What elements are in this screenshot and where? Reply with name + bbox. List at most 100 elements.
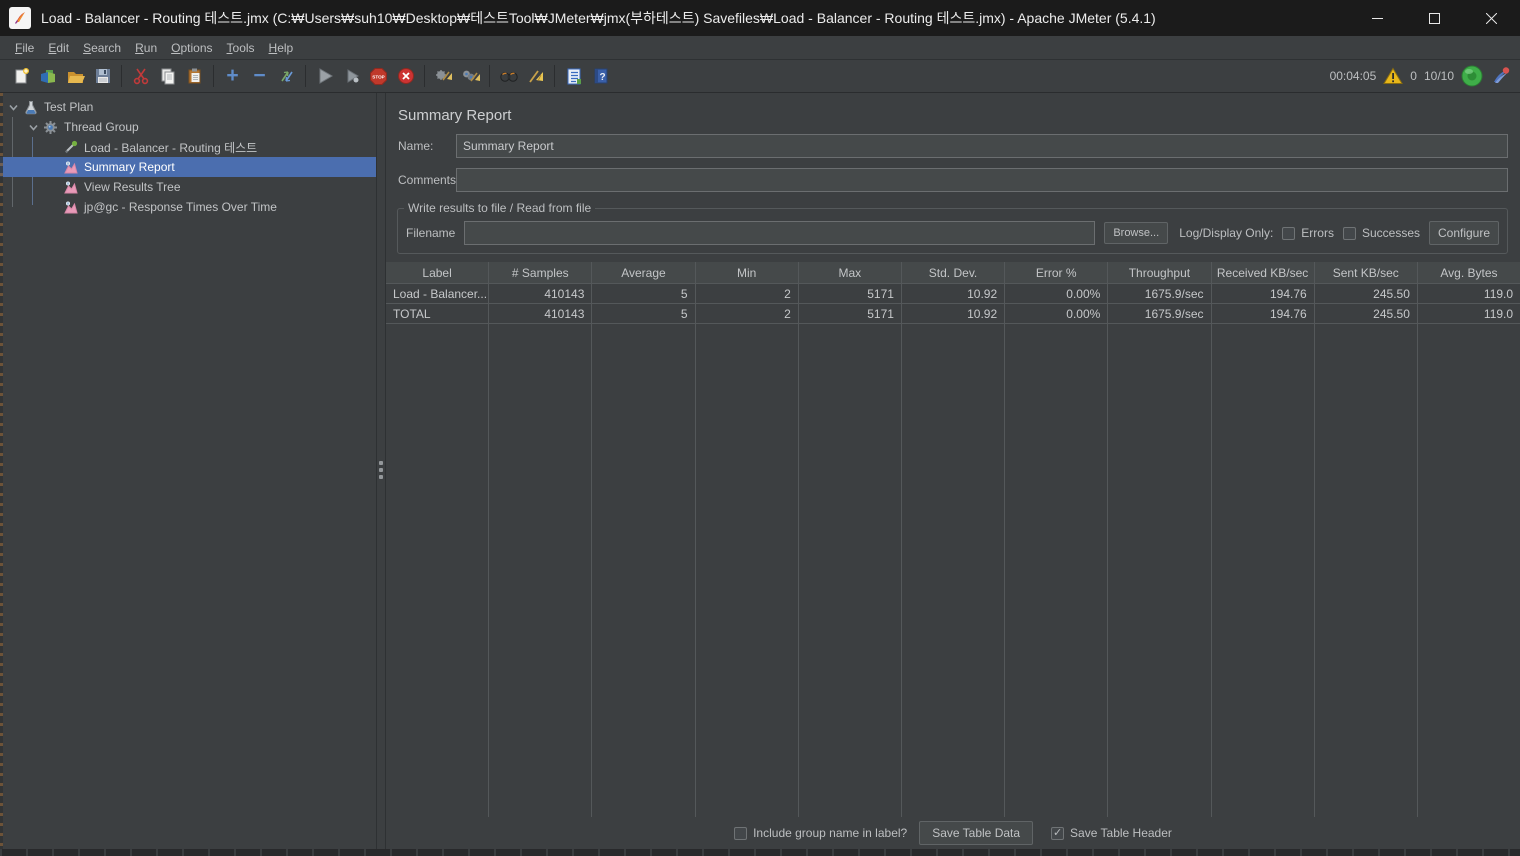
tree-item-thread-group[interactable]: Thread Group — [0, 117, 376, 137]
errors-checkbox[interactable] — [1282, 226, 1296, 240]
table-cell[interactable]: 194.76 — [1211, 304, 1314, 324]
column-header[interactable]: Std. Dev. — [901, 262, 1005, 284]
start-icon[interactable] — [311, 63, 338, 89]
name-input[interactable] — [456, 134, 1508, 158]
table-cell[interactable]: 410143 — [489, 284, 592, 304]
paste-icon[interactable] — [181, 63, 208, 89]
column-header[interactable]: Avg. Bytes — [1417, 262, 1520, 284]
table-cell[interactable]: Load - Balancer... — [386, 284, 489, 304]
successes-label: Successes — [1361, 226, 1420, 240]
tree-item-test-plan[interactable]: Test Plan — [0, 97, 376, 117]
table-cell[interactable]: 10.92 — [901, 304, 1005, 324]
table-cell[interactable]: 5171 — [798, 284, 901, 304]
toolbar-status: 00:04:05 0 10/10 — [1330, 65, 1512, 87]
table-cell[interactable]: 5171 — [798, 304, 901, 324]
help-icon[interactable]: ? — [587, 63, 614, 89]
maximize-button[interactable] — [1406, 0, 1463, 36]
table-cell[interactable]: 1675.9/sec — [1108, 284, 1211, 304]
test-plan-tree: Test Plan Thread Group Load - Balancer -… — [0, 93, 377, 855]
stop-icon[interactable]: STOP — [365, 63, 392, 89]
cut-icon[interactable] — [127, 63, 154, 89]
remote-start-feather-icon[interactable] — [1490, 66, 1512, 86]
column-header[interactable]: Average — [592, 262, 695, 284]
table-cell[interactable]: 2 — [695, 284, 798, 304]
clear-all-icon[interactable] — [457, 63, 484, 89]
save-table-header-checkbox[interactable]: ✓ — [1051, 826, 1065, 840]
column-header[interactable]: Sent KB/sec — [1314, 262, 1417, 284]
summary-table: Label Load - Balancer... TOTAL # Samples… — [386, 262, 1520, 817]
table-column-label: Label Load - Balancer... TOTAL — [386, 262, 490, 817]
table-cell[interactable]: 119.0 — [1417, 284, 1520, 304]
table-cell[interactable]: 10.92 — [901, 284, 1005, 304]
start-no-pauses-icon[interactable] — [338, 63, 365, 89]
column-header[interactable]: Error % — [1005, 262, 1108, 284]
table-cell[interactable]: 245.50 — [1314, 304, 1417, 324]
panel-splitter[interactable] — [377, 93, 386, 855]
column-header[interactable]: Received KB/sec — [1211, 262, 1314, 284]
column-header[interactable]: Throughput — [1108, 262, 1211, 284]
table-cell[interactable]: 1675.9/sec — [1108, 304, 1211, 324]
svg-text:STOP: STOP — [372, 74, 384, 79]
collapse-all-icon[interactable]: − — [246, 63, 273, 89]
toggle-icon[interactable] — [273, 63, 300, 89]
table-cell[interactable]: 119.0 — [1417, 304, 1520, 324]
errors-label: Errors — [1301, 226, 1334, 240]
search-icon[interactable] — [495, 63, 522, 89]
table-cell[interactable]: TOTAL — [386, 304, 489, 324]
comments-input[interactable] — [456, 168, 1508, 192]
successes-checkbox[interactable] — [1342, 226, 1356, 240]
browse-button[interactable]: Browse... — [1104, 222, 1169, 244]
clear-icon[interactable] — [430, 63, 457, 89]
minimize-button[interactable] — [1349, 0, 1406, 36]
filename-input[interactable] — [464, 221, 1096, 245]
splitter-grip[interactable] — [379, 461, 383, 479]
save-table-data-button[interactable]: Save Table Data — [919, 821, 1034, 845]
tree-item-summary-report[interactable]: Summary Report — [0, 157, 376, 177]
table-column-error: Error % 0.00% 0.00% — [1005, 262, 1109, 817]
menu-run[interactable]: Run — [128, 39, 164, 57]
column-header[interactable]: Max — [798, 262, 901, 284]
table-cell[interactable]: 5 — [592, 284, 695, 304]
close-button[interactable] — [1463, 0, 1520, 36]
left-edge-artifact — [0, 93, 3, 855]
configure-button[interactable]: Configure — [1429, 221, 1499, 245]
new-file-icon[interactable] — [8, 63, 35, 89]
open-template-icon[interactable] — [35, 63, 62, 89]
open-file-icon[interactable] — [62, 63, 89, 89]
listener-chart-icon — [62, 160, 79, 174]
chevron-down-icon[interactable] — [24, 122, 42, 133]
include-group-name-checkbox[interactable] — [734, 826, 748, 840]
tree-item-label: Thread Group — [64, 120, 139, 134]
menu-edit[interactable]: Edit — [41, 39, 76, 57]
include-group-name-label: Include group name in label? — [753, 826, 908, 840]
tree-item-view-results-tree[interactable]: View Results Tree — [0, 177, 376, 197]
column-header[interactable]: Label — [386, 262, 489, 284]
listener-chart-icon — [62, 200, 79, 214]
chevron-down-icon[interactable] — [4, 102, 22, 113]
table-cell[interactable]: 194.76 — [1211, 284, 1314, 304]
tree-item-sampler[interactable]: Load - Balancer - Routing 테스트 — [0, 137, 376, 157]
expand-all-icon[interactable]: + — [219, 63, 246, 89]
table-cell[interactable]: 410143 — [489, 304, 592, 324]
function-helper-icon[interactable] — [560, 63, 587, 89]
search-reset-icon[interactable] — [522, 63, 549, 89]
groupbox-title: Write results to file / Read from file — [404, 201, 596, 215]
menu-file[interactable]: File — [8, 39, 41, 57]
menu-search[interactable]: Search — [76, 39, 128, 57]
tree-item-response-times-over-time[interactable]: jp@gc - Response Times Over Time — [0, 197, 376, 217]
column-header[interactable]: Min — [695, 262, 798, 284]
table-cell[interactable]: 245.50 — [1314, 284, 1417, 304]
table-cell[interactable]: 0.00% — [1005, 304, 1108, 324]
shutdown-icon[interactable] — [392, 63, 419, 89]
menu-options[interactable]: Options — [164, 39, 219, 57]
copy-icon[interactable] — [154, 63, 181, 89]
warning-icon[interactable] — [1383, 67, 1404, 85]
table-cell[interactable]: 5 — [592, 304, 695, 324]
table-cell[interactable]: 0.00% — [1005, 284, 1108, 304]
column-header[interactable]: # Samples — [489, 262, 592, 284]
save-icon[interactable] — [89, 63, 116, 89]
menu-help[interactable]: Help — [262, 39, 301, 57]
table-cell[interactable]: 2 — [695, 304, 798, 324]
tree-item-label: View Results Tree — [84, 180, 181, 194]
menu-tools[interactable]: Tools — [220, 39, 262, 57]
